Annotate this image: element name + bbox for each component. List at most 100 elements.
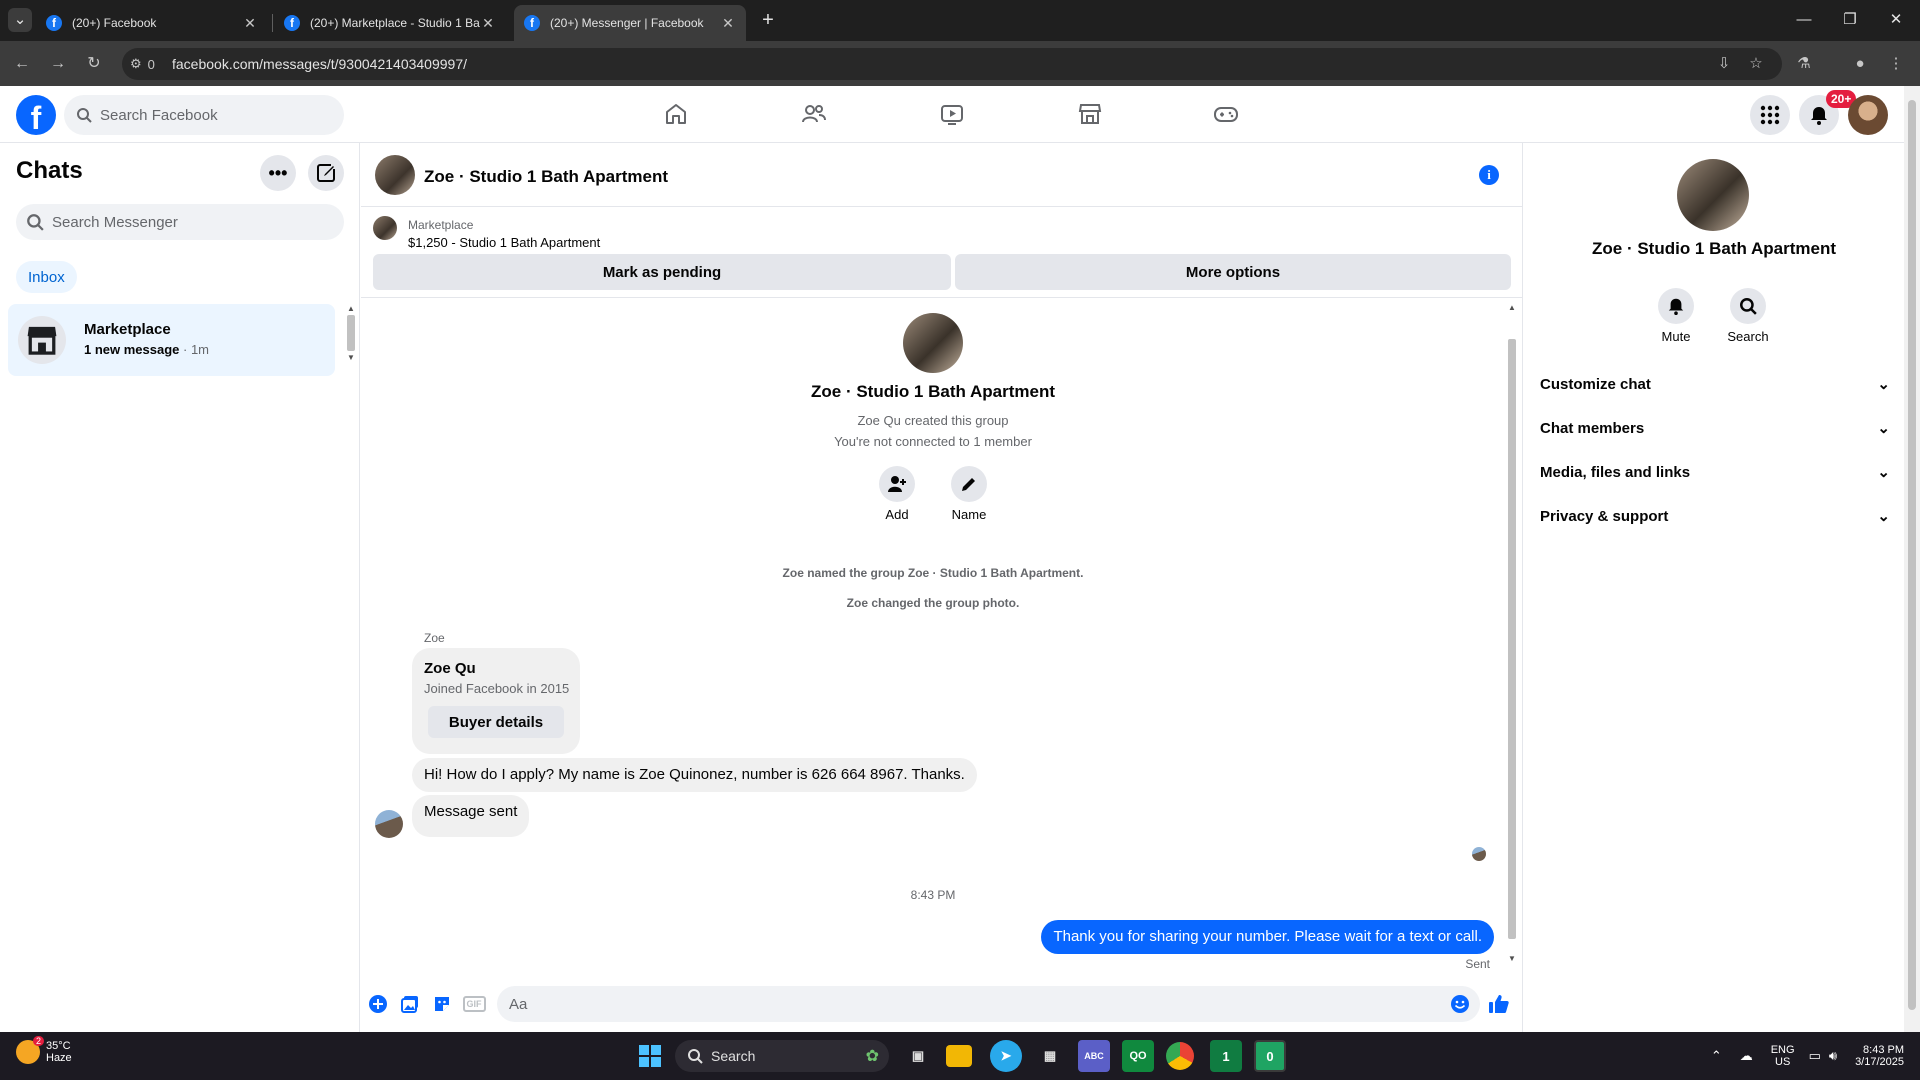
volume-icon[interactable]: 🔊︎ <box>1829 1048 1837 1064</box>
grid-menu-icon <box>1760 105 1780 125</box>
more-options-button[interactable]: More options <box>955 254 1511 290</box>
like-button[interactable] <box>1488 993 1510 1015</box>
search-in-chat-button[interactable] <box>1730 288 1766 324</box>
address-bar[interactable]: ⚙ 0 facebook.com/messages/t/930042140340… <box>122 48 1782 80</box>
conversation-scrollbar[interactable]: ▲ ▼ <box>1505 303 1519 963</box>
inbox-filter-button[interactable]: Inbox <box>16 261 77 293</box>
incoming-message[interactable]: Hi! How do I apply? My name is Zoe Quino… <box>412 758 977 792</box>
more-actions-button[interactable] <box>367 993 389 1015</box>
network-icon[interactable]: ▭ <box>1809 1048 1821 1064</box>
taskbar-search[interactable]: Search ✿ <box>675 1040 889 1072</box>
site-info-button[interactable]: ⚙ 0 <box>130 54 155 74</box>
sticker-button[interactable] <box>431 993 453 1015</box>
page-scrollbar[interactable] <box>1904 86 1920 1032</box>
labs-icon[interactable]: ⚗ <box>1792 52 1816 76</box>
restore-icon[interactable]: ❐ <box>1838 8 1862 32</box>
start-button[interactable] <box>634 1040 666 1072</box>
app-icon[interactable]: 1 <box>1210 1040 1242 1072</box>
attach-photo-button[interactable] <box>399 993 421 1015</box>
app-icon[interactable]: ABC <box>1078 1040 1110 1072</box>
scroll-up-arrow-icon[interactable]: ▲ <box>1505 303 1519 312</box>
message-input-placeholder: Aa <box>509 995 528 1013</box>
forward-icon[interactable]: → <box>46 52 70 76</box>
cloud-icon[interactable]: ☁ <box>1740 1048 1753 1064</box>
telegram-icon[interactable]: ➤ <box>990 1040 1022 1072</box>
back-icon[interactable]: ← <box>10 52 34 76</box>
message-input[interactable]: Aa <box>497 986 1480 1022</box>
sender-avatar[interactable] <box>375 810 403 838</box>
bookmark-star-icon[interactable]: ☆ <box>1744 52 1768 76</box>
add-member-button[interactable] <box>879 466 915 502</box>
buyer-details-button[interactable]: Buyer details <box>428 706 564 738</box>
close-tab-icon[interactable]: ✕ <box>480 15 496 32</box>
sent-status: Sent <box>1465 957 1490 971</box>
profile-avatar[interactable] <box>1848 95 1888 135</box>
facebook-search-input[interactable]: Search Facebook <box>64 95 344 135</box>
scroll-up-arrow-icon[interactable]: ▲ <box>345 304 357 313</box>
close-tab-icon[interactable]: ✕ <box>242 15 258 32</box>
scrollbar-thumb[interactable] <box>1908 100 1916 1010</box>
privacy-support-section[interactable]: Privacy & support ⌄ <box>1540 498 1890 534</box>
nav-marketplace-tab[interactable] <box>1034 94 1146 134</box>
weather-widget[interactable]: 2 35°C Haze <box>16 1036 72 1064</box>
rename-button[interactable] <box>951 466 987 502</box>
media-files-links-section[interactable]: Media, files and links ⌄ <box>1540 454 1890 490</box>
mute-button[interactable] <box>1658 288 1694 324</box>
customize-chat-section[interactable]: Customize chat ⌄ <box>1540 366 1890 402</box>
chat-list-scrollbar[interactable]: ▲ ▼ <box>345 304 357 376</box>
app-icon[interactable]: QO <box>1122 1040 1154 1072</box>
tab-messenger[interactable]: f (20+) Messenger | Facebook ✕ <box>514 5 746 41</box>
file-explorer-icon[interactable] <box>946 1045 972 1067</box>
chat-members-section[interactable]: Chat members ⌄ <box>1540 410 1890 446</box>
close-tab-icon[interactable]: ✕ <box>720 15 736 32</box>
listing-price-title[interactable]: $1,250 - Studio 1 Bath Apartment <box>408 235 600 250</box>
install-app-icon[interactable]: ⇩ <box>1712 52 1736 76</box>
chat-list-item-marketplace[interactable]: Marketplace 1 new message · 1m <box>8 304 335 376</box>
listing-thumbnail[interactable] <box>373 216 397 240</box>
tab-facebook[interactable]: f (20+) Facebook ✕ <box>36 5 268 41</box>
info-icon[interactable]: i <box>1479 165 1499 185</box>
bell-icon <box>1668 298 1684 315</box>
task-view-icon[interactable]: ▣ <box>902 1040 934 1072</box>
scroll-down-arrow-icon[interactable]: ▼ <box>1505 954 1519 963</box>
clock[interactable]: 8:43 PM 3/17/2025 <box>1855 1044 1904 1068</box>
facebook-logo-icon[interactable]: f <box>16 95 56 135</box>
url-text[interactable]: facebook.com/messages/t/9300421403409997… <box>172 56 467 72</box>
clock-date: 3/17/2025 <box>1855 1056 1904 1068</box>
new-message-button[interactable] <box>308 155 344 191</box>
tab-search-icon[interactable]: ⌄ <box>8 8 32 32</box>
outgoing-message[interactable]: Thank you for sharing your number. Pleas… <box>1041 920 1494 954</box>
scrollbar-thumb[interactable] <box>1508 339 1516 939</box>
search-icon <box>1740 298 1757 315</box>
group-avatar[interactable] <box>375 155 415 195</box>
profile-icon[interactable]: ● <box>1848 52 1872 76</box>
nav-video-tab[interactable] <box>896 94 1008 134</box>
chat-info-avatar[interactable] <box>1677 159 1749 231</box>
scrollbar-thumb[interactable] <box>347 315 355 351</box>
gif-button[interactable]: GIF <box>462 993 486 1015</box>
tab-marketplace[interactable]: f (20+) Marketplace - Studio 1 Bath Apar… <box>274 5 506 41</box>
language-indicator[interactable]: ENG US <box>1771 1044 1795 1068</box>
search-messenger-input[interactable]: Search Messenger <box>16 204 344 240</box>
nav-friends-tab[interactable] <box>758 94 870 134</box>
chevron-up-icon[interactable]: ⌃ <box>1711 1048 1722 1064</box>
close-window-icon[interactable]: ✕ <box>1884 8 1908 32</box>
microsoft-store-icon[interactable]: ▦ <box>1034 1040 1066 1072</box>
minimize-icon[interactable]: — <box>1792 8 1816 32</box>
incoming-message[interactable]: Message sent <box>412 795 530 837</box>
chrome-icon[interactable] <box>1166 1042 1194 1070</box>
new-tab-button[interactable]: + <box>756 8 780 32</box>
emoji-button[interactable] <box>1449 993 1471 1015</box>
reload-icon[interactable]: ↻ <box>82 52 106 76</box>
app-icon[interactable]: 0 <box>1254 1040 1286 1072</box>
browser-menu-icon[interactable]: ⋮ <box>1884 52 1908 76</box>
scroll-down-arrow-icon[interactable]: ▼ <box>345 353 357 362</box>
weather-badge: 2 <box>32 1036 44 1046</box>
chat-options-button[interactable]: ••• <box>260 155 296 191</box>
menu-grid-button[interactable] <box>1750 95 1790 135</box>
tab-title: (20+) Messenger | Facebook <box>550 16 704 30</box>
mark-as-pending-button[interactable]: Mark as pending <box>373 254 951 290</box>
nav-gaming-tab[interactable] <box>1170 94 1282 134</box>
nav-home-tab[interactable] <box>620 94 732 134</box>
conversation-title[interactable]: Zoe · Studio 1 Bath Apartment <box>424 167 668 187</box>
